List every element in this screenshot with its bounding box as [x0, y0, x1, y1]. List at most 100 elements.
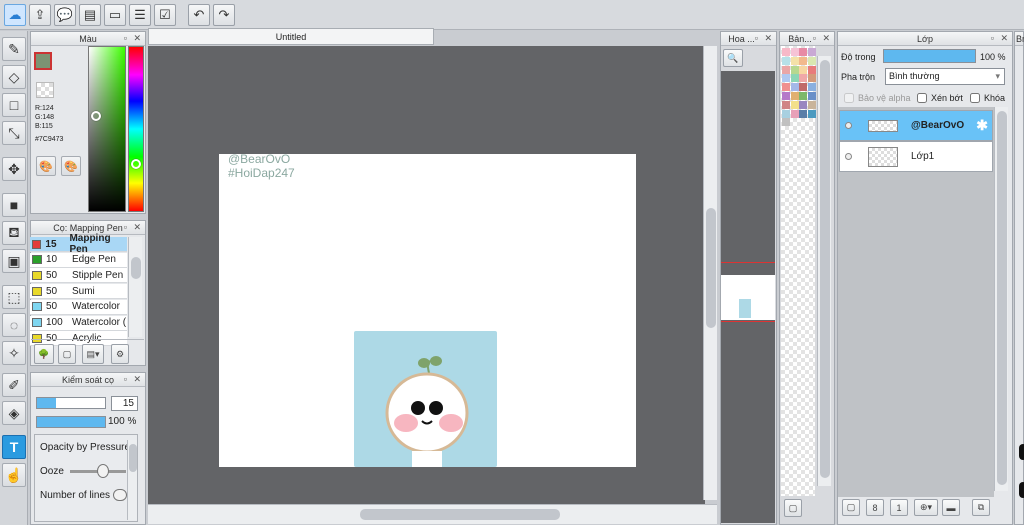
folder-icon[interactable]: ▬ — [942, 499, 960, 516]
palette-swatch[interactable] — [790, 48, 799, 56]
layer-visibility-icon[interactable] — [845, 153, 852, 160]
palette-swatch[interactable] — [790, 109, 799, 118]
move-icon[interactable]: ✥ — [2, 157, 26, 181]
export-icon[interactable]: ⇪ — [29, 4, 51, 26]
brush-group-icon[interactable]: 🌳 — [34, 344, 54, 364]
palette-swatch[interactable] — [799, 83, 807, 92]
cloud-icon[interactable]: ☁ — [4, 4, 26, 26]
gradient-icon[interactable]: ▣ — [2, 249, 26, 273]
eraser-icon[interactable]: ◇ — [2, 65, 26, 89]
checklist-icon[interactable]: ☑ — [154, 4, 176, 26]
brush-item[interactable]: 50 Stipple Pen — [30, 268, 127, 284]
palette-swatch[interactable] — [799, 92, 807, 100]
palette-swatch[interactable] — [782, 100, 790, 109]
new-brush-icon[interactable]: ▢ — [58, 344, 76, 364]
palette-swatch[interactable] — [807, 92, 816, 100]
palette-swatch[interactable] — [782, 74, 790, 83]
palette-scrollbar[interactable] — [817, 56, 831, 486]
palette-swatch[interactable] — [790, 83, 799, 92]
layer-list-scrollbar[interactable] — [994, 107, 1008, 491]
pen-curve-icon[interactable]: ⤡ — [2, 121, 26, 145]
number-of-lines-toggle[interactable] — [113, 489, 127, 501]
brush-settings-icon[interactable]: ⚙ — [111, 344, 129, 364]
panel-controls-icon[interactable]: ▫ ✕ — [124, 374, 143, 385]
chat-icon[interactable]: ▤ — [79, 4, 101, 26]
magic-wand-icon[interactable]: ✧ — [2, 341, 26, 365]
new-layer-1bit-icon[interactable]: 1 — [890, 499, 908, 516]
page-icon[interactable]: ▭ — [104, 4, 126, 26]
panel-controls-icon[interactable]: ▫ ✕ — [755, 33, 774, 44]
layer-visibility-icon[interactable] — [845, 122, 852, 129]
ooze-slider-handle[interactable] — [97, 464, 109, 478]
hue-slider-handle[interactable] — [131, 159, 141, 169]
bucket-icon[interactable]: ⛾ — [2, 221, 26, 245]
layer-item[interactable]: Lớp1 — [839, 141, 993, 172]
palette-swatch[interactable] — [782, 56, 790, 65]
brush-size-input[interactable]: 15 — [111, 396, 138, 411]
list-icon[interactable]: ☰ — [129, 4, 151, 26]
palette-edit-icon[interactable]: 🎨 — [61, 156, 81, 176]
palette-swatch[interactable] — [790, 92, 799, 100]
palette-swatch[interactable] — [807, 109, 816, 118]
new-palette-icon[interactable]: ▢ — [784, 499, 802, 517]
new-layer-icon[interactable]: ▢ — [842, 499, 860, 516]
brush-opacity-slider[interactable] — [36, 416, 106, 428]
document-tab[interactable]: Untitled — [148, 28, 434, 45]
palette-swatch[interactable] — [782, 118, 790, 127]
protect-alpha-checkbox[interactable] — [844, 93, 854, 103]
palette-swatch[interactable] — [799, 100, 807, 109]
layer-item[interactable]: @BearOvO ✱ — [839, 110, 993, 141]
duplicate-layer-icon[interactable]: ⧉ — [972, 499, 990, 516]
palette-swatch[interactable] — [807, 65, 816, 74]
palette-swatch[interactable] — [790, 65, 799, 74]
palette-swatch[interactable] — [807, 100, 816, 109]
select-pen-icon[interactable]: ✐ — [2, 373, 26, 397]
palette-swatch[interactable] — [807, 56, 816, 65]
palette-swatch[interactable] — [790, 74, 799, 83]
redo-icon[interactable]: ↷ — [213, 4, 235, 26]
lasso-icon[interactable]: ◌ — [2, 313, 26, 337]
palette-swatch[interactable] — [807, 48, 816, 56]
palette-swatch[interactable] — [799, 56, 807, 65]
palette-swatch[interactable] — [782, 109, 790, 118]
brush-item[interactable]: 50 Sumi — [30, 284, 127, 300]
sv-picker-handle[interactable] — [91, 111, 101, 121]
zoom-icon[interactable]: 🔍 — [723, 49, 743, 67]
palette-icon[interactable]: 🎨 — [36, 156, 56, 176]
palette-swatch[interactable] — [790, 56, 799, 65]
panel-controls-icon[interactable]: ▫ ✕ — [813, 33, 832, 44]
brush-size-slider[interactable] — [36, 397, 106, 409]
rect-select-icon[interactable]: ⬚ — [2, 285, 26, 309]
canvas-vscroll[interactable] — [703, 46, 717, 500]
primary-color-swatch[interactable] — [34, 52, 52, 70]
palette-swatch[interactable] — [782, 48, 790, 56]
brush-item[interactable]: 15 Mapping Pen — [30, 233, 127, 255]
layer-opacity-slider[interactable] — [883, 49, 976, 63]
brush-item[interactable]: 10 Edge Pen — [30, 252, 127, 268]
blend-mode-select[interactable]: Bình thường ▾ — [885, 68, 1005, 85]
transparent-color-icon[interactable] — [36, 82, 54, 98]
palette-swatch[interactable] — [799, 48, 807, 56]
panel-controls-icon[interactable]: ▫ ✕ — [124, 222, 143, 233]
fill-square-icon[interactable]: ■ — [2, 193, 26, 217]
palette-swatch[interactable] — [799, 65, 807, 74]
new-layer-8bit-icon[interactable]: 8 — [866, 499, 884, 516]
brush-list-scrollbar[interactable] — [128, 237, 142, 337]
brush-item[interactable]: 50 Watercolor — [30, 299, 127, 315]
panel-controls-icon[interactable]: ▫ ✕ — [124, 33, 143, 44]
undo-icon[interactable]: ↶ — [188, 4, 210, 26]
palette-swatch[interactable] — [807, 74, 816, 83]
text-icon[interactable]: T — [2, 435, 26, 459]
brush-control-scrollbar[interactable] — [127, 440, 137, 520]
hue-slider[interactable] — [128, 46, 144, 212]
saturation-value-picker[interactable] — [88, 46, 126, 212]
canvas-hscroll[interactable] — [148, 504, 717, 524]
select-eraser-icon[interactable]: ◈ — [2, 401, 26, 425]
add-layer-menu-icon[interactable]: ⊕▾ — [914, 499, 938, 516]
rectangle-icon[interactable]: □ — [2, 93, 26, 117]
palette-swatch[interactable] — [790, 100, 799, 109]
brush-menu-icon[interactable]: ▤▾ — [82, 344, 104, 364]
clipping-checkbox[interactable] — [917, 93, 927, 103]
palette-swatch[interactable] — [782, 92, 790, 100]
palette-swatch[interactable] — [782, 65, 790, 74]
